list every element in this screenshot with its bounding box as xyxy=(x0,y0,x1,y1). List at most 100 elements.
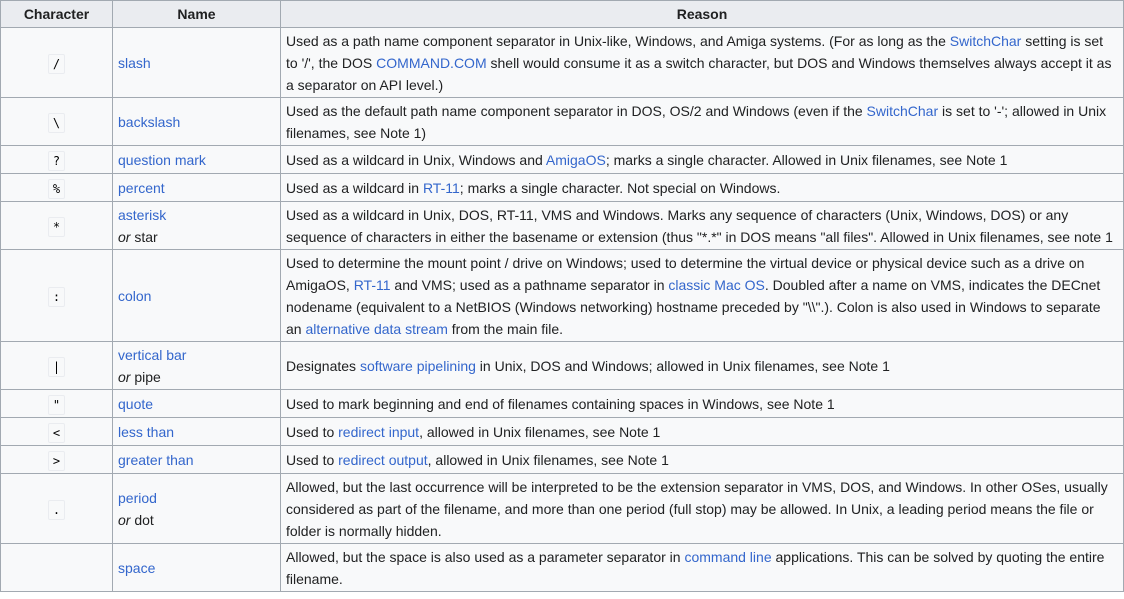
reason-link[interactable]: COMMAND.COM xyxy=(376,55,486,71)
name-link[interactable]: greater than xyxy=(118,452,194,468)
name-cell: question mark xyxy=(112,145,281,174)
name-cell: slash xyxy=(112,27,281,98)
alt-name: pipe xyxy=(134,368,161,385)
reason-text: Designates xyxy=(286,357,360,374)
character-cell: \ xyxy=(0,97,113,146)
reason-text: Used to xyxy=(286,423,339,440)
character-code: < xyxy=(47,422,66,443)
reason-text: and VMS; used as a pathname separator in xyxy=(390,276,669,293)
reason-cell: Used as the default path name component … xyxy=(280,97,1124,146)
table-row: < less than Used to redirect input, allowe… xyxy=(0,417,1124,446)
table-body: / slash Used as a path name component sepa… xyxy=(0,27,1124,592)
character-cell: ? xyxy=(0,145,113,174)
reason-cell: Allowed, but the last occurrence will be… xyxy=(280,473,1124,544)
reason-link[interactable]: RT-11 xyxy=(423,180,460,196)
reason-text: in Unix, DOS and Windows; allowed in Uni… xyxy=(475,357,890,374)
table-row: > greater than Used to redirect output, al… xyxy=(0,445,1124,474)
reason-link[interactable]: alternative data stream xyxy=(305,321,447,337)
header-name[interactable]: Name xyxy=(112,0,281,28)
character-cell xyxy=(0,543,113,592)
table-row: " quote Used to mark beginning and end of … xyxy=(0,389,1124,418)
table-row: / slash Used as a path name component sepa… xyxy=(0,27,1124,98)
name-link[interactable]: period xyxy=(118,490,157,506)
name-link[interactable]: quote xyxy=(118,396,153,412)
character-cell: : xyxy=(0,249,113,342)
reason-link[interactable]: command line xyxy=(684,549,771,565)
name-cell: less than xyxy=(112,417,281,446)
reason-text: Used to mark beginning and end of filena… xyxy=(286,395,835,412)
name-link[interactable]: percent xyxy=(118,180,165,196)
reason-cell: Used as a wildcard in Unix, Windows and … xyxy=(280,145,1124,174)
name-cell: space xyxy=(112,543,281,592)
character-cell: . xyxy=(0,473,113,544)
name-link[interactable]: slash xyxy=(118,55,151,71)
name-link[interactable]: question mark xyxy=(118,152,206,168)
alt-name: star xyxy=(134,228,158,245)
name-cell: asterisk or star xyxy=(112,201,281,250)
reason-link[interactable]: redirect input xyxy=(338,424,419,440)
reason-link[interactable]: classic Mac OS xyxy=(668,277,764,293)
name-cell: quote xyxy=(112,389,281,418)
table-row: * asterisk or star Used as a wildcard in Un… xyxy=(0,201,1124,250)
reason-text: Used as a wildcard in Unix, DOS, RT-11, … xyxy=(286,206,1113,245)
reason-text: ; marks a single character. Allowed in U… xyxy=(605,151,1008,168)
reason-link[interactable]: SwitchChar xyxy=(950,33,1022,49)
character-code: % xyxy=(47,178,66,199)
name-link[interactable]: less than xyxy=(118,424,174,440)
reason-cell: Used as a wildcard in RT-11; marks a sin… xyxy=(280,173,1124,202)
character-code: * xyxy=(47,216,66,237)
alt-prefix: or xyxy=(118,228,131,245)
name-link[interactable]: colon xyxy=(118,288,151,304)
reason-text: ; marks a single character. Not special … xyxy=(459,179,781,196)
reason-text: , allowed in Unix filenames, see Note 1 xyxy=(427,451,669,468)
table-row: ? question mark Used as a wildcard in Unix… xyxy=(0,145,1124,174)
reason-text: from the main file. xyxy=(447,320,564,337)
reason-cell: Used as a path name component separator … xyxy=(280,27,1124,98)
name-link[interactable]: space xyxy=(118,560,155,576)
character-cell: < xyxy=(0,417,113,446)
character-code: > xyxy=(47,450,66,471)
name-cell: period or dot xyxy=(112,473,281,544)
reason-link[interactable]: SwitchChar xyxy=(867,103,939,119)
character-code: : xyxy=(47,286,66,307)
character-code: / xyxy=(47,53,66,74)
table-row: | vertical bar or pipe Designates software … xyxy=(0,341,1124,390)
table-row: : colon Used to determine the mount point … xyxy=(0,249,1124,342)
reason-cell: Used to mark beginning and end of filena… xyxy=(280,389,1124,418)
reason-link[interactable]: software pipelining xyxy=(360,358,476,374)
table-row: . period or dot Allowed, but the last occur… xyxy=(0,473,1124,544)
header-row: Character Name Reason xyxy=(0,0,1124,28)
reason-text: Used as a wildcard in Unix, Windows and xyxy=(286,151,546,168)
name-link[interactable]: backslash xyxy=(118,114,180,130)
reason-link[interactable]: RT-11 xyxy=(354,277,391,293)
name-cell: backslash xyxy=(112,97,281,146)
reason-text: Allowed, but the last occurrence will be… xyxy=(286,478,1108,539)
reason-link[interactable]: redirect output xyxy=(338,452,428,468)
header-reason[interactable]: Reason xyxy=(280,0,1124,28)
reason-link[interactable]: AmigaOS xyxy=(546,152,606,168)
reason-cell: Used to redirect output, allowed in Unix… xyxy=(280,445,1124,474)
reason-cell: Used as a wildcard in Unix, DOS, RT-11, … xyxy=(280,201,1124,250)
reason-text: Used as the default path name component … xyxy=(286,102,867,119)
reason-text: Used as a wildcard in xyxy=(286,179,423,196)
character-cell: / xyxy=(0,27,113,98)
reason-text: Used as a path name component separator … xyxy=(286,32,950,49)
reason-cell: Used to determine the mount point / driv… xyxy=(280,249,1124,342)
character-code: \ xyxy=(47,112,66,133)
reason-cell: Allowed, but the space is also used as a… xyxy=(280,543,1124,592)
name-cell: percent xyxy=(112,173,281,202)
character-cell: * xyxy=(0,201,113,250)
table-row: % percent Used as a wildcard in RT-11; mar… xyxy=(0,173,1124,202)
name-link[interactable]: vertical bar xyxy=(118,347,186,363)
header-character[interactable]: Character xyxy=(0,0,113,28)
filename-characters-table: Character Name Reason / slash Used as a pa… xyxy=(0,0,1124,592)
reason-text: Allowed, but the space is also used as a… xyxy=(286,548,685,565)
reason-text: , allowed in Unix filenames, see Note 1 xyxy=(419,423,661,440)
character-cell: | xyxy=(0,341,113,390)
name-link[interactable]: asterisk xyxy=(118,207,166,223)
alt-prefix: or xyxy=(118,368,131,385)
character-cell: " xyxy=(0,389,113,418)
alt-prefix: or xyxy=(118,511,131,528)
character-code: ? xyxy=(47,150,66,171)
name-cell: colon xyxy=(112,249,281,342)
